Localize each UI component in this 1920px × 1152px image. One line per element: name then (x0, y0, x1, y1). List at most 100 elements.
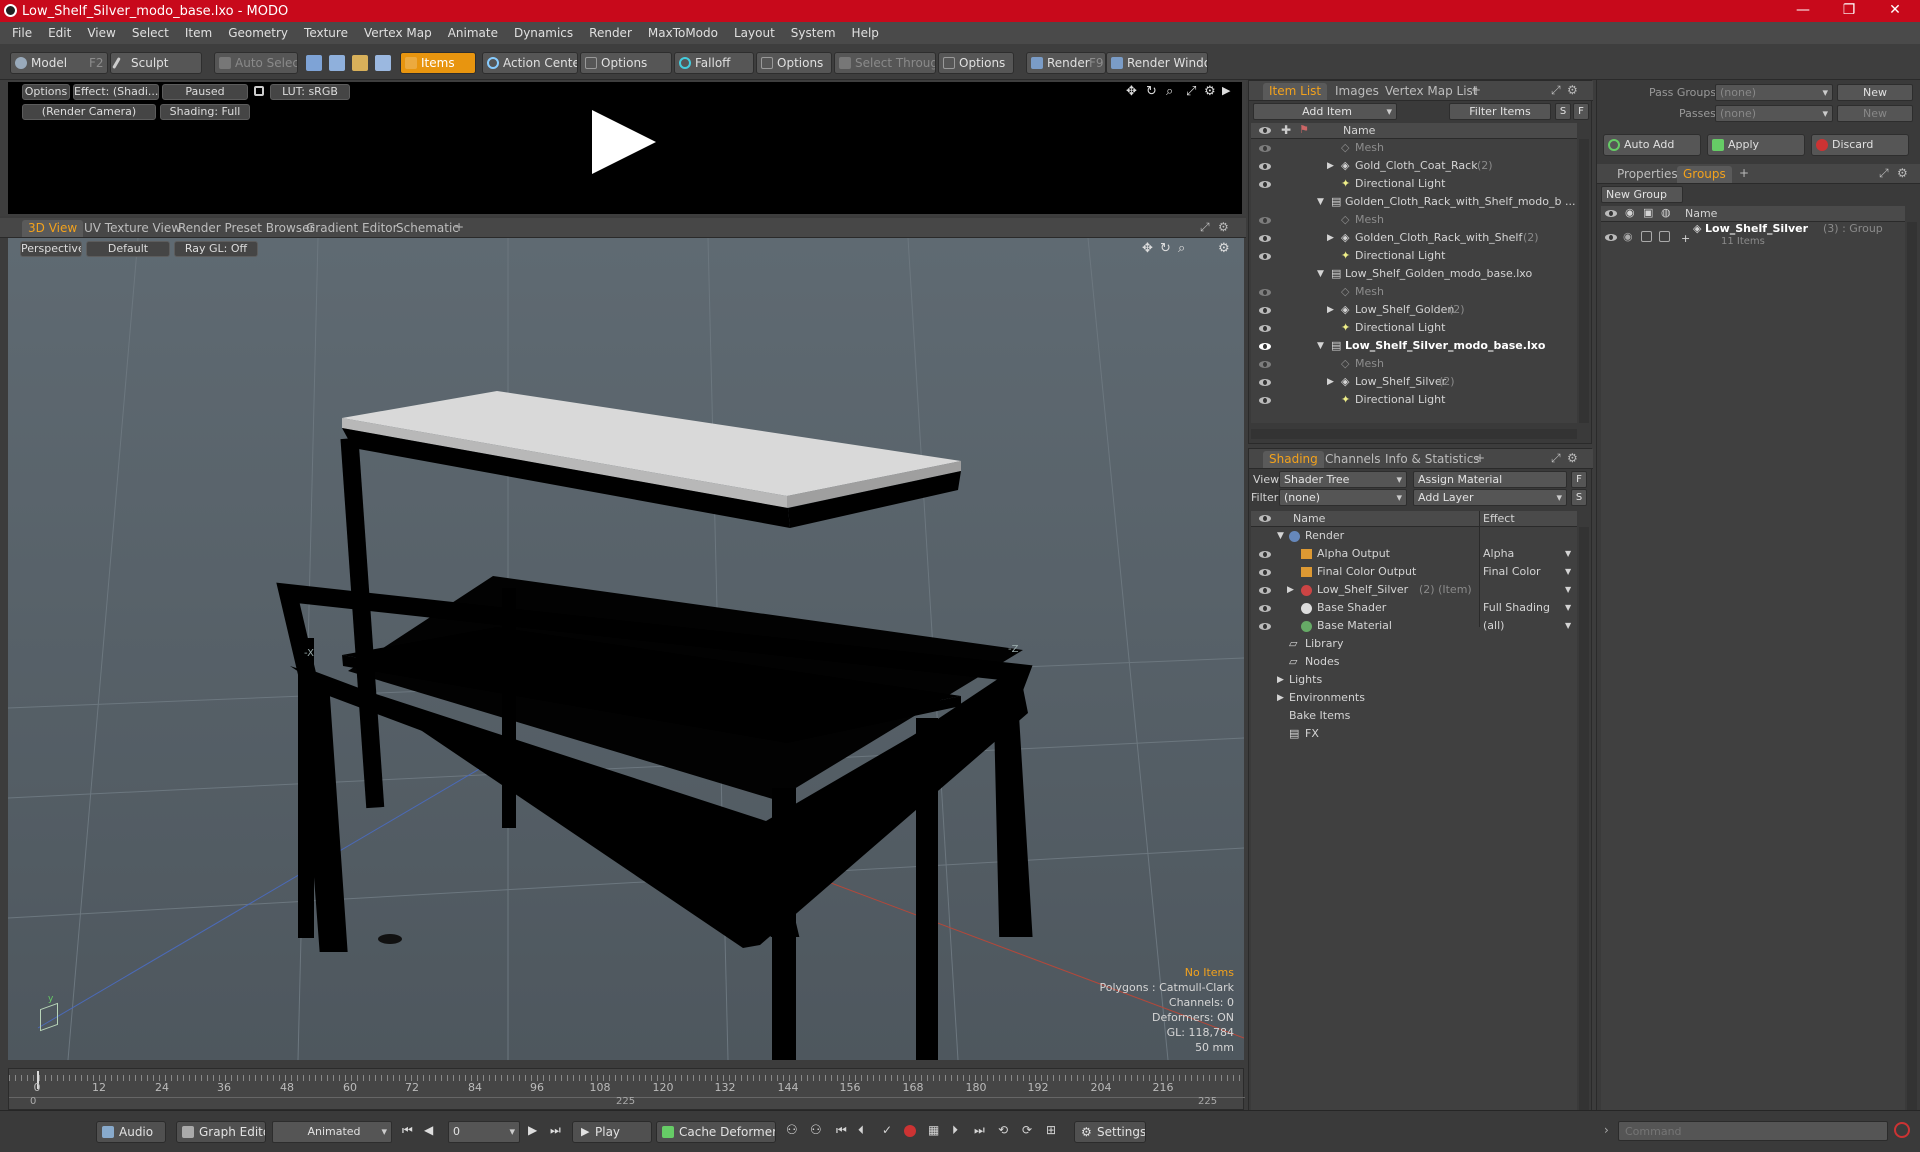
move-icon[interactable]: ✥ (1142, 241, 1153, 256)
expand-icon[interactable]: ⤢ (1200, 220, 1210, 235)
effect-dropdown[interactable]: Full Shading (1483, 599, 1550, 617)
shading-style-dropdown[interactable]: Default (86, 241, 170, 257)
shader-row-base-material[interactable]: Base Material (all) ▼ (1251, 617, 1577, 635)
shader-row-alpha-output[interactable]: Alpha Output Alpha ▼ (1251, 545, 1577, 563)
gear-icon[interactable]: ⚙ (1897, 166, 1908, 180)
preview-shading-dropdown[interactable]: Shading: Full (160, 104, 250, 120)
gear-icon[interactable]: ⚙ (1567, 451, 1578, 465)
menu-geometry[interactable]: Geometry (220, 26, 296, 40)
vertices-icon[interactable] (306, 55, 322, 71)
next-frame-icon[interactable]: ⏵ (952, 1123, 958, 1138)
expand-icon[interactable]: ⤢ (1186, 84, 1196, 99)
falloff-button[interactable]: Falloff (674, 52, 754, 74)
zoom-icon[interactable]: ⌕ (1166, 84, 1173, 99)
expand-plus-icon[interactable]: + (1681, 232, 1690, 245)
tab-gradient-editor[interactable]: Gradient Editor (300, 220, 404, 237)
3d-viewport[interactable]: Perspective Default Ray GL: Off ✥ ↻ ⌕ ⚙ … (8, 238, 1244, 1060)
menu-layout[interactable]: Layout (726, 26, 783, 40)
list-item[interactable]: ▶ ◈ Golden_Cloth_Rack_with_Shelf (2) (1251, 229, 1577, 247)
auto-select-button[interactable]: Auto Select (214, 52, 298, 74)
tab-images[interactable]: Images (1329, 83, 1385, 100)
list-item[interactable]: ▶ ◈ Gold_Cloth_Coat_Rack (2) (1251, 157, 1577, 175)
menu-texture[interactable]: Texture (296, 26, 356, 40)
move-icon[interactable]: ✥ (1126, 84, 1137, 99)
render-button[interactable]: Render F9 (1026, 52, 1106, 74)
tab-shading[interactable]: Shading (1263, 451, 1324, 468)
shader-row-render[interactable]: ▼ Render (1251, 527, 1577, 545)
item-list-scrollbar[interactable] (1579, 139, 1589, 423)
tab-channels[interactable]: Channels (1319, 451, 1387, 468)
step-forward-icon[interactable]: ▶ (528, 1123, 537, 1137)
name-column-header[interactable]: Name (1343, 124, 1375, 137)
list-item[interactable]: ✦ Directional Light (1251, 391, 1577, 409)
cache-deformers-button[interactable]: Cache Deformers (656, 1121, 776, 1143)
tab-item-list[interactable]: Item List (1263, 83, 1328, 100)
shader-row-environments[interactable]: ▶ Environments (1251, 689, 1577, 707)
list-item[interactable]: ◇ Mesh (1251, 283, 1577, 301)
item-list-hscrollbar[interactable] (1251, 429, 1577, 439)
frame-input[interactable]: 0 (448, 1121, 520, 1143)
new-pass-button[interactable]: New (1837, 105, 1913, 122)
assign-material-button[interactable]: Assign Material (1413, 471, 1567, 488)
step-back-icon[interactable]: ◀ (424, 1123, 433, 1137)
name-column-header[interactable]: Name (1293, 512, 1325, 525)
s-button[interactable]: S (1571, 489, 1587, 506)
go-to-start-icon[interactable]: ⏮ (402, 1123, 413, 1138)
shader-row-library[interactable]: ▱ Library (1251, 635, 1577, 653)
rotate-icon[interactable]: ↻ (1160, 241, 1171, 256)
shader-row-material-group[interactable]: ▶ Low_Shelf_Silver (2) (Item) ▼ (1251, 581, 1577, 599)
model-mode-button[interactable]: Model F2 (10, 52, 108, 74)
new-pass-group-button[interactable]: New (1837, 84, 1913, 101)
dropdown-arrow-icon[interactable]: ▼ (1565, 563, 1571, 581)
expand-arrow-icon[interactable]: ▶ (1287, 581, 1294, 599)
list-item[interactable]: ◇ Mesh (1251, 139, 1577, 157)
sculpt-mode-button[interactable]: Sculpt (110, 52, 202, 74)
list-item[interactable]: ▼ ▤ Golden_Cloth_Rack_with_Shelf_modo_b ..… (1251, 193, 1577, 211)
menu-dynamics[interactable]: Dynamics (506, 26, 581, 40)
select-toggle[interactable] (1659, 231, 1670, 242)
polygons-icon[interactable] (352, 55, 368, 71)
f-button[interactable]: F (1571, 471, 1587, 488)
collapse-arrow-icon[interactable]: ▼ (1317, 193, 1324, 211)
auto-add-button[interactable]: Auto Add (1603, 134, 1701, 156)
expand-arrow-icon[interactable]: ▶ (1327, 373, 1334, 391)
effect-dropdown[interactable]: Alpha (1483, 545, 1514, 563)
expand-arrow-icon[interactable]: ▶ (1327, 229, 1334, 247)
materials-icon[interactable] (375, 55, 391, 71)
dropdown-arrow-icon[interactable]: ▼ (1565, 599, 1571, 617)
expand-arrow-icon[interactable]: ▶ (1327, 301, 1334, 319)
raygl-dropdown[interactable]: Ray GL: Off (174, 241, 258, 257)
dropdown-arrow-icon[interactable]: ▼ (1565, 581, 1571, 599)
play-icon[interactable] (592, 110, 656, 174)
preview-paused-button[interactable]: Paused (162, 84, 248, 100)
menu-maxtomodo[interactable]: MaxToModo (640, 26, 726, 40)
settings-button[interactable]: ⚙ Settings (1074, 1121, 1146, 1143)
menu-item[interactable]: Item (177, 26, 220, 40)
preview-options-button[interactable]: Options (22, 84, 70, 100)
auto-key-icon[interactable]: ✓ (882, 1123, 892, 1137)
tab-properties[interactable]: Properties (1611, 166, 1684, 183)
shader-row-lights[interactable]: ▶ Lights (1251, 671, 1577, 689)
effect-dropdown[interactable]: Final Color (1483, 563, 1541, 581)
tab-groups[interactable]: Groups (1677, 166, 1732, 183)
preview-camera-dropdown[interactable]: (Render Camera) (22, 104, 156, 120)
tab-vertex-map-list[interactable]: Vertex Map List (1379, 83, 1484, 100)
prev-frame-icon[interactable]: ⏴ (858, 1123, 864, 1138)
menu-edit[interactable]: Edit (40, 26, 79, 40)
select-through-button[interactable]: Select Through (834, 52, 936, 74)
lock-toggle[interactable] (1641, 231, 1652, 242)
preview-effect-dropdown[interactable]: Effect: (Shadi... (73, 84, 159, 100)
expand-icon[interactable]: ⤢ (1551, 451, 1561, 466)
list-item[interactable]: ✦ Directional Light (1251, 319, 1577, 337)
shader-row-final-color-output[interactable]: Final Color Output Final Color ▼ (1251, 563, 1577, 581)
passes-dropdown[interactable]: (none) (1715, 105, 1833, 122)
gear-icon[interactable]: ⚙ (1567, 83, 1578, 97)
collapse-arrow-icon[interactable]: ▼ (1277, 527, 1284, 545)
go-to-end-icon[interactable]: ⏭ (550, 1123, 561, 1138)
gear-icon[interactable]: ⚙ (1204, 84, 1216, 99)
menu-system[interactable]: System (783, 26, 844, 40)
perspective-dropdown[interactable]: Perspective (20, 241, 82, 257)
loop-icon[interactable]: ⟲ (998, 1123, 1008, 1137)
shader-tree-scrollbar[interactable] (1579, 527, 1589, 1147)
graph-editor-button[interactable]: Graph Editor (176, 1121, 266, 1143)
